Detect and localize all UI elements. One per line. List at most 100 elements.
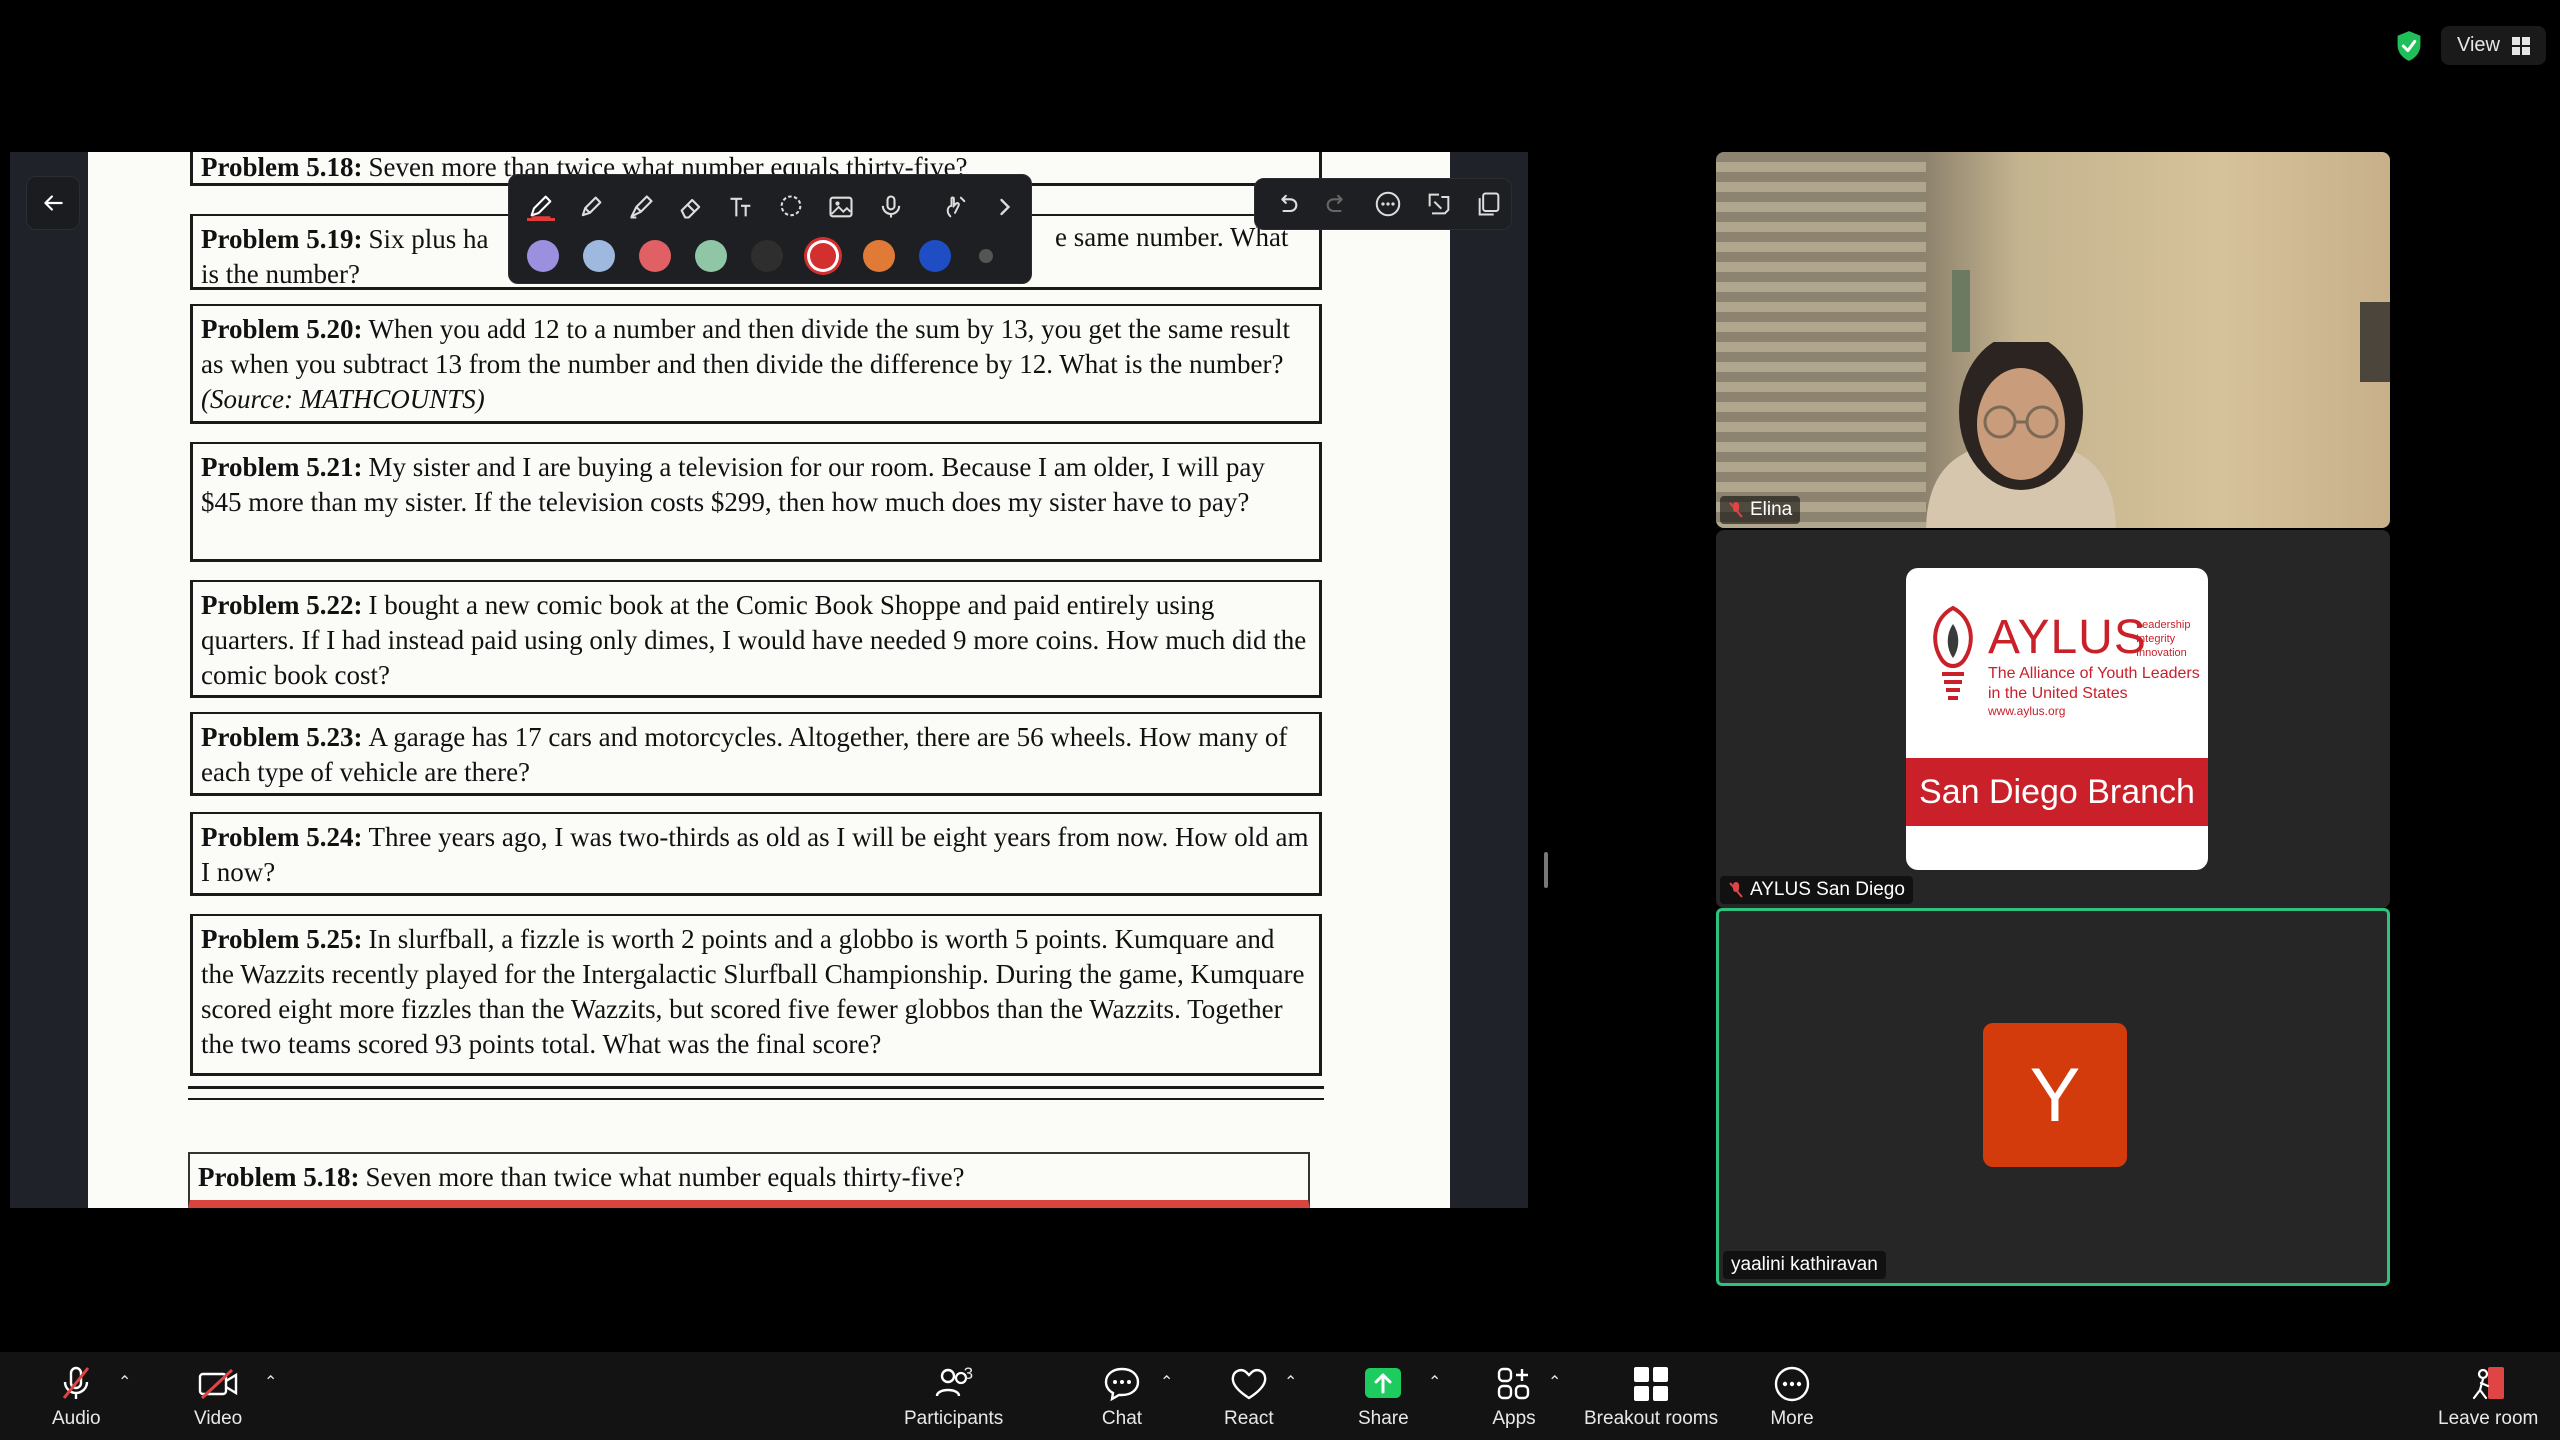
gesture-icon[interactable] — [941, 193, 969, 221]
problem-box: Problem 5.23: A garage has 17 cars and mo… — [190, 712, 1322, 796]
more-icon — [1770, 1364, 1814, 1404]
color-swatch[interactable] — [583, 240, 615, 272]
participant-name: yaalini kathiravan — [1731, 1254, 1878, 1275]
aylus-url: www.aylus.org — [1988, 704, 2066, 718]
person-silhouette — [1926, 342, 2116, 528]
resize-handle[interactable] — [1544, 852, 1548, 888]
subtitle-line: The Alliance of Youth Leaders — [1988, 665, 2200, 682]
color-palette — [509, 237, 1031, 275]
video-tile-elina[interactable]: Elina — [1716, 152, 2390, 528]
participants-button[interactable]: 3 Participants — [904, 1364, 1003, 1430]
text-icon[interactable] — [727, 193, 755, 221]
share-button[interactable]: Share — [1358, 1364, 1409, 1430]
more-button[interactable]: More — [1770, 1364, 1814, 1430]
participants-label: Participants — [904, 1408, 1004, 1429]
video-button[interactable]: Video — [194, 1364, 242, 1430]
chat-options-caret[interactable]: ⌃ — [1160, 1375, 1174, 1391]
apps-options-caret[interactable]: ⌃ — [1548, 1375, 1562, 1391]
video-tile-yaalini[interactable]: Y yaalini kathiravan — [1716, 908, 2390, 1286]
pen-icon[interactable] — [527, 193, 555, 221]
color-swatch[interactable] — [919, 240, 951, 272]
participant-name-tag: yaalini kathiravan — [1723, 1251, 1886, 1279]
aylus-logo: AYLUS Leadership Integrity Innovation Th… — [1906, 568, 2208, 870]
camera-off-icon — [196, 1364, 240, 1404]
breakout-rooms-icon — [1629, 1364, 1673, 1404]
problem-text: Three years ago, I was two-thirds as old… — [201, 822, 1309, 887]
highlighter-icon[interactable] — [577, 193, 605, 221]
apps-label: Apps — [1492, 1408, 1536, 1429]
breakout-rooms-label: Breakout rooms — [1584, 1408, 1719, 1429]
participant-name: AYLUS San Diego — [1750, 879, 1905, 900]
image-icon[interactable] — [827, 193, 855, 221]
mic-muted-icon — [1729, 882, 1743, 898]
react-options-caret[interactable]: ⌃ — [1284, 1375, 1298, 1391]
leave-room-button[interactable]: Leave room — [2438, 1364, 2538, 1430]
share-options-caret[interactable]: ⌃ — [1428, 1375, 1442, 1391]
share-arrow-icon — [1361, 1364, 1405, 1404]
aylus-tagline: Leadership Integrity Innovation — [2136, 618, 2190, 660]
problem-text: When you add 12 to a number and then div… — [201, 314, 1291, 379]
problem-number: Problem 5.21: — [201, 452, 363, 482]
more-icon[interactable] — [1373, 189, 1403, 219]
share-label: Share — [1358, 1408, 1409, 1429]
participants-count: 3 — [963, 1364, 974, 1383]
annotation-actions — [1254, 178, 1512, 230]
view-label: View — [2457, 34, 2500, 56]
problem-number: Problem 5.23: — [201, 722, 363, 752]
color-swatch[interactable] — [751, 240, 783, 272]
video-tile-aylus[interactable]: AYLUS Leadership Integrity Innovation Th… — [1716, 530, 2390, 908]
problem-text: In slurfball, a fizzle is worth 2 points… — [201, 924, 1305, 1059]
participant-avatar: Y — [1983, 1023, 2127, 1167]
problem-number: Problem 5.19: — [201, 224, 363, 254]
problem-number: Problem 5.22: — [201, 590, 363, 620]
color-swatch[interactable] — [695, 240, 727, 272]
problem-box: Problem 5.24: Three years ago, I was two-… — [190, 812, 1322, 896]
eraser-icon[interactable] — [677, 193, 705, 221]
chevron-right-icon[interactable] — [991, 193, 1019, 221]
microphone-icon[interactable] — [877, 193, 905, 221]
color-swatch[interactable] — [639, 240, 671, 272]
problem-text: Six plus ha — [368, 224, 489, 254]
participant-name-tag: AYLUS San Diego — [1720, 876, 1913, 904]
shared-document: Problem 5.18: Seven more than twice what … — [88, 152, 1450, 1208]
arrow-left-icon — [44, 195, 63, 211]
window-blinds — [1716, 152, 1926, 528]
color-swatch[interactable] — [807, 240, 839, 272]
leave-door-icon — [2466, 1364, 2510, 1404]
problem-number: Problem 5.20: — [201, 314, 363, 344]
audio-button[interactable]: Audio — [52, 1364, 101, 1430]
problem-source: (Source: MATHCOUNTS) — [201, 384, 485, 414]
heart-icon — [1227, 1364, 1271, 1404]
security-shield-icon[interactable] — [2395, 30, 2423, 62]
problem-box: Problem 5.20: When you add 12 to a number… — [190, 304, 1322, 424]
redo-icon[interactable] — [1323, 190, 1351, 218]
export-icon[interactable] — [1425, 190, 1453, 218]
marker-icon[interactable] — [627, 193, 655, 221]
react-button[interactable]: React — [1224, 1364, 1274, 1430]
audio-options-caret[interactable]: ⌃ — [118, 1375, 132, 1391]
problem-text: I bought a new comic book at the Comic B… — [201, 590, 1307, 690]
copy-icon[interactable] — [1475, 190, 1503, 218]
chat-button[interactable]: Chat — [1100, 1364, 1144, 1430]
subtitle-line: in the United States — [1988, 685, 2128, 702]
color-swatch[interactable] — [527, 240, 559, 272]
grid-view-icon — [2512, 36, 2530, 55]
undo-icon[interactable] — [1273, 190, 1301, 218]
color-swatch[interactable] — [863, 240, 895, 272]
view-button[interactable]: View — [2441, 26, 2546, 65]
mic-muted-icon — [54, 1364, 98, 1404]
palette-more-icon[interactable] — [979, 249, 993, 263]
annotation-toolbar — [508, 174, 1032, 284]
apps-button[interactable]: Apps — [1492, 1364, 1536, 1430]
back-button[interactable] — [26, 176, 80, 230]
torch-icon — [1933, 605, 1973, 700]
video-options-caret[interactable]: ⌃ — [264, 1375, 278, 1391]
problem-text-right: e same number. What — [1055, 222, 1289, 252]
audio-label: Audio — [52, 1408, 101, 1429]
lasso-icon[interactable] — [777, 193, 805, 221]
react-label: React — [1224, 1408, 1274, 1429]
problem-box: Problem 5.21: My sister and I are buying … — [190, 442, 1322, 562]
shared-screen[interactable]: Problem 5.18: Seven more than twice what … — [10, 152, 1548, 1208]
problem-number: Problem 5.24: — [201, 822, 363, 852]
breakout-rooms-button[interactable]: Breakout rooms — [1584, 1364, 1718, 1430]
